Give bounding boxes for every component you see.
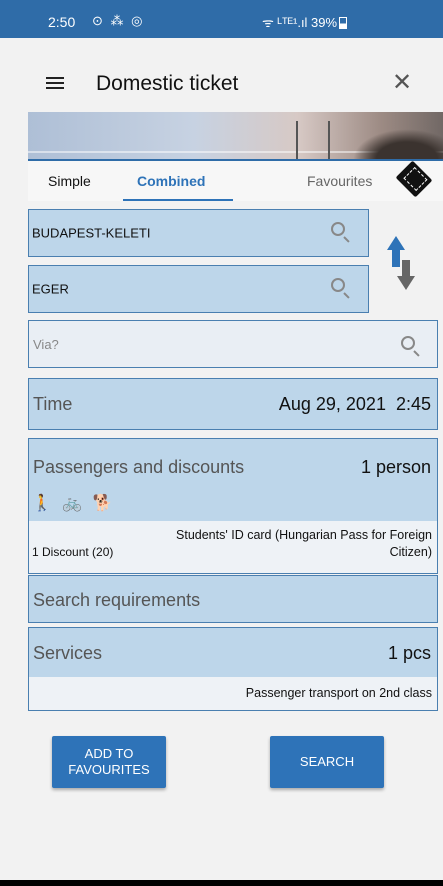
search-icon[interactable] xyxy=(401,336,415,350)
discount-row[interactable]: 1 Discount (20) Students' ID card (Hunga… xyxy=(29,521,437,573)
via-station-field[interactable]: Via? xyxy=(28,320,438,368)
signal-icons: ᯤ ᴸᵀᴱ¹.ıl 39% xyxy=(262,15,338,30)
discount-count: 1 Discount (20) xyxy=(32,545,114,559)
close-icon[interactable]: ✕ xyxy=(392,68,412,97)
passenger-type-icons: 🚶 🚲 🐕 xyxy=(32,495,116,512)
tab-favourites[interactable]: Favourites xyxy=(307,173,372,189)
services-panel[interactable]: Services 1 pcs Passenger transport on 2n… xyxy=(28,627,438,711)
from-station-field[interactable]: BUDAPEST-KELETI xyxy=(28,209,369,257)
passengers-count: 1 person xyxy=(360,457,431,477)
system-nav-bar xyxy=(0,880,443,886)
app-bar: Domestic ticket ✕ xyxy=(0,38,443,112)
time-row[interactable]: Time Aug 29, 2021 2:45 xyxy=(28,378,438,430)
from-station-value: BUDAPEST-KELETI xyxy=(32,225,151,241)
services-label: Services xyxy=(33,643,103,663)
battery-icon xyxy=(339,17,348,29)
header-banner-image xyxy=(28,112,443,159)
to-station-field[interactable]: EGER xyxy=(28,265,369,313)
search-button[interactable]: SEARCH xyxy=(270,736,384,788)
tab-combined[interactable]: Combined xyxy=(137,173,205,189)
status-right: ᯤ ᴸᵀᴱ¹.ıl 39% xyxy=(262,13,348,31)
ticket-type-tabs: Simple Combined Favourites xyxy=(28,159,443,201)
requirements-label: Search requirements xyxy=(33,590,201,610)
time-label: Time xyxy=(33,394,73,414)
ticket-icon[interactable] xyxy=(395,160,433,198)
search-requirements-row[interactable]: Search requirements xyxy=(28,575,438,623)
passengers-label: Passengers and discounts xyxy=(33,457,245,477)
tab-simple[interactable]: Simple xyxy=(48,173,91,189)
hamburger-menu-icon[interactable] xyxy=(46,77,64,89)
status-time: 2:50 xyxy=(48,14,76,30)
via-placeholder: Via? xyxy=(33,337,59,352)
swap-stations-icon[interactable] xyxy=(387,236,415,292)
time-value: Aug 29, 2021 2:45 xyxy=(278,394,431,414)
status-bar: 2:50 ⊙ ⁂ ◎ ᯤ ᴸᵀᴱ¹.ıl 39% xyxy=(0,0,443,38)
service-description: Passenger transport on 2nd class xyxy=(245,686,432,700)
passengers-panel[interactable]: Passengers and discounts 1 person 🚶 🚲 🐕 … xyxy=(28,438,438,574)
search-icon[interactable] xyxy=(331,222,345,236)
search-icon[interactable] xyxy=(331,278,345,292)
to-station-value: EGER xyxy=(32,281,69,297)
services-count: 1 pcs xyxy=(387,643,431,663)
notification-icons: ⊙ ⁂ ◎ xyxy=(92,13,145,28)
discount-description: Students' ID card (Hungarian Pass for Fo… xyxy=(176,528,432,559)
add-to-favourites-button[interactable]: ADD TO FAVOURITES xyxy=(52,736,166,788)
active-tab-indicator xyxy=(123,199,233,201)
page-title: Domestic ticket xyxy=(96,72,239,95)
service-detail-row: Passenger transport on 2nd class xyxy=(29,677,437,710)
